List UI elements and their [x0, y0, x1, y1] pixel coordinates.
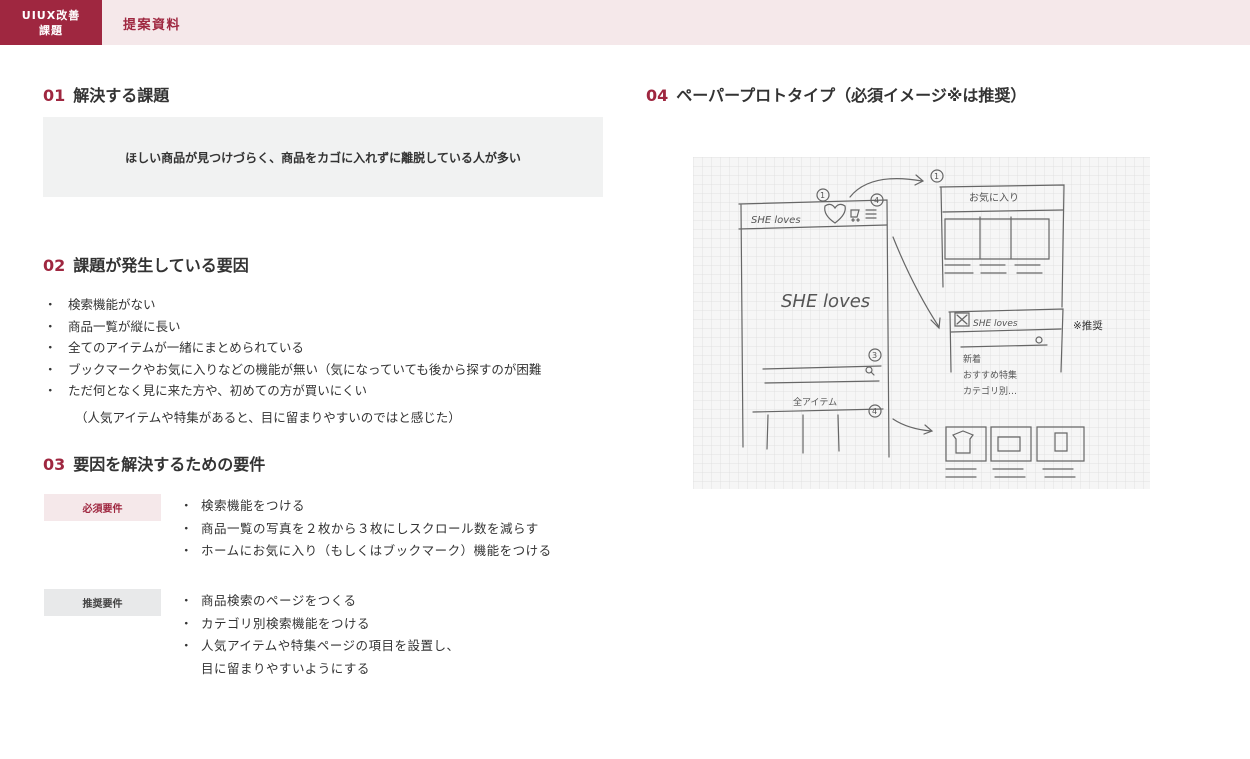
- requirement-text: カテゴリ別検索機能をつける: [201, 615, 371, 631]
- sketch-all-items: 全アイテム: [793, 396, 837, 408]
- section-number: 03: [43, 455, 66, 474]
- cause-text: 検索機能がない: [68, 297, 156, 312]
- bullet: ・: [44, 297, 57, 312]
- list-item: ・検索機能をつける: [180, 495, 552, 518]
- problem-statement-box: ほしい商品が見つけづらく、商品をカゴに入れずに離脱している人が多い: [43, 117, 603, 197]
- bullet: ・: [44, 361, 57, 377]
- bullet: ・: [180, 520, 194, 536]
- brand-line2: 課題: [39, 23, 63, 37]
- brand-line1: UIUX改善: [21, 8, 81, 22]
- bullet: ・: [180, 543, 194, 559]
- section-title: 課題が発生している要因: [73, 256, 249, 275]
- sketch-category: 新着: [963, 353, 981, 365]
- list-item: ・カテゴリ別検索機能をつける: [180, 613, 460, 636]
- cause-text: 全てのアイテムが一緒にまとめられている: [68, 340, 304, 355]
- marker-label: 4: [874, 196, 879, 205]
- marker-label: 1: [934, 172, 939, 181]
- cause-note: （人気アイテムや特集があると、目に留まりやすいのではと感じた）: [75, 410, 461, 425]
- recommended-tag: 推奨要件: [44, 589, 161, 616]
- list-item: ・商品一覧の写真を２枚から３枚にしスクロール数を減らす: [180, 518, 552, 541]
- problem-statement: ほしい商品が見つけづらく、商品をカゴに入れずに離脱している人が多い: [125, 150, 521, 165]
- list-item: ・ただ何となく見に来た方や、初めての方が買いにくい: [44, 380, 541, 402]
- section-heading-04: 04 ペーパープロトタイプ（必須イメージ※は推奨）: [646, 82, 1026, 106]
- list-item: ・ホームにお気に入り（もしくはブックマーク）機能をつける: [180, 540, 552, 563]
- brand-badge: UIUX改善 課題: [0, 0, 102, 45]
- requirement-text: 検索機能をつける: [201, 498, 306, 513]
- marker-label: 3: [872, 351, 877, 360]
- requirement-text: 人気アイテムや特集ページの項目を設置し、: [201, 638, 460, 654]
- list-item: ・商品一覧が縦に長い: [44, 316, 541, 338]
- section-title: ペーパープロトタイプ（必須イメージ※は推奨）: [676, 86, 1027, 105]
- cause-list: ・検索機能がない ・商品一覧が縦に長い ・全てのアイテムが一緒にまとめられている…: [44, 294, 541, 402]
- bullet: ・: [44, 383, 57, 398]
- list-item: ・人気アイテムや特集ページの項目を設置し、: [180, 635, 460, 658]
- section-title: 要因を解決するための要件: [73, 455, 266, 474]
- bullet: ・: [180, 498, 194, 513]
- sketch-search-logo: SHE loves: [973, 319, 1018, 329]
- section-title: 解決する課題: [73, 86, 170, 105]
- section-heading-02: 02 課題が発生している要因: [43, 252, 249, 276]
- sketch-logo-small: SHE loves: [751, 215, 801, 226]
- sketch-logo-large: SHE loves: [781, 291, 870, 312]
- list-item: ・検索機能がない: [44, 294, 541, 316]
- marker-label: 1: [820, 191, 825, 200]
- cause-text: 商品一覧が縦に長い: [68, 318, 181, 334]
- recommended-list: ・商品検索のページをつくる ・カテゴリ別検索機能をつける ・人気アイテムや特集ペ…: [180, 590, 460, 681]
- list-item: ・商品検索のページをつくる: [180, 590, 460, 613]
- sketch-note: ※推奨: [1073, 320, 1103, 332]
- section-heading-01: 01 解決する課題: [43, 82, 169, 106]
- sketch-category: おすすめ特集: [963, 369, 1017, 381]
- requirement-text: 商品検索のページをつくる: [201, 593, 357, 608]
- bullet: ・: [180, 615, 194, 631]
- bullet: ・: [180, 593, 194, 608]
- requirement-text: ホームにお気に入り（もしくはブックマーク）機能をつける: [201, 543, 552, 559]
- section-number: 02: [43, 256, 66, 275]
- sketch-category: カテゴリ別…: [963, 385, 1017, 397]
- list-item: ・ブックマークやお気に入りなどの機能が無い（気になっていても後から探すのが困難: [44, 359, 541, 381]
- list-item: ・全てのアイテムが一緒にまとめられている: [44, 337, 541, 359]
- bullet: ・: [180, 638, 194, 654]
- section-number: 01: [43, 86, 66, 105]
- marker-label: 4: [872, 407, 877, 416]
- bullet: ・: [44, 318, 57, 334]
- section-heading-03: 03 要因を解決するための要件: [43, 451, 265, 475]
- bullet: ・: [44, 340, 57, 355]
- required-tag: 必須要件: [44, 494, 161, 521]
- requirement-text: 商品一覧の写真を２枚から３枚にしスクロール数を減らす: [201, 520, 539, 536]
- section-number: 04: [646, 86, 669, 105]
- list-item-continuation: 目に留まりやすいようにする: [201, 661, 370, 677]
- required-list: ・検索機能をつける ・商品一覧の写真を２枚から３枚にしスクロール数を減らす ・ホ…: [180, 495, 552, 563]
- cause-text: ただ何となく見に来た方や、初めての方が買いにくい: [68, 383, 368, 398]
- doc-label: 提案資料: [123, 18, 182, 33]
- header-bar: UIUX改善 課題 提案資料: [0, 0, 1250, 45]
- sketch-favorites-title: お気に入り: [969, 191, 1019, 204]
- cause-text: ブックマークやお気に入りなどの機能が無い（気になっていても後から探すのが困難: [68, 361, 542, 377]
